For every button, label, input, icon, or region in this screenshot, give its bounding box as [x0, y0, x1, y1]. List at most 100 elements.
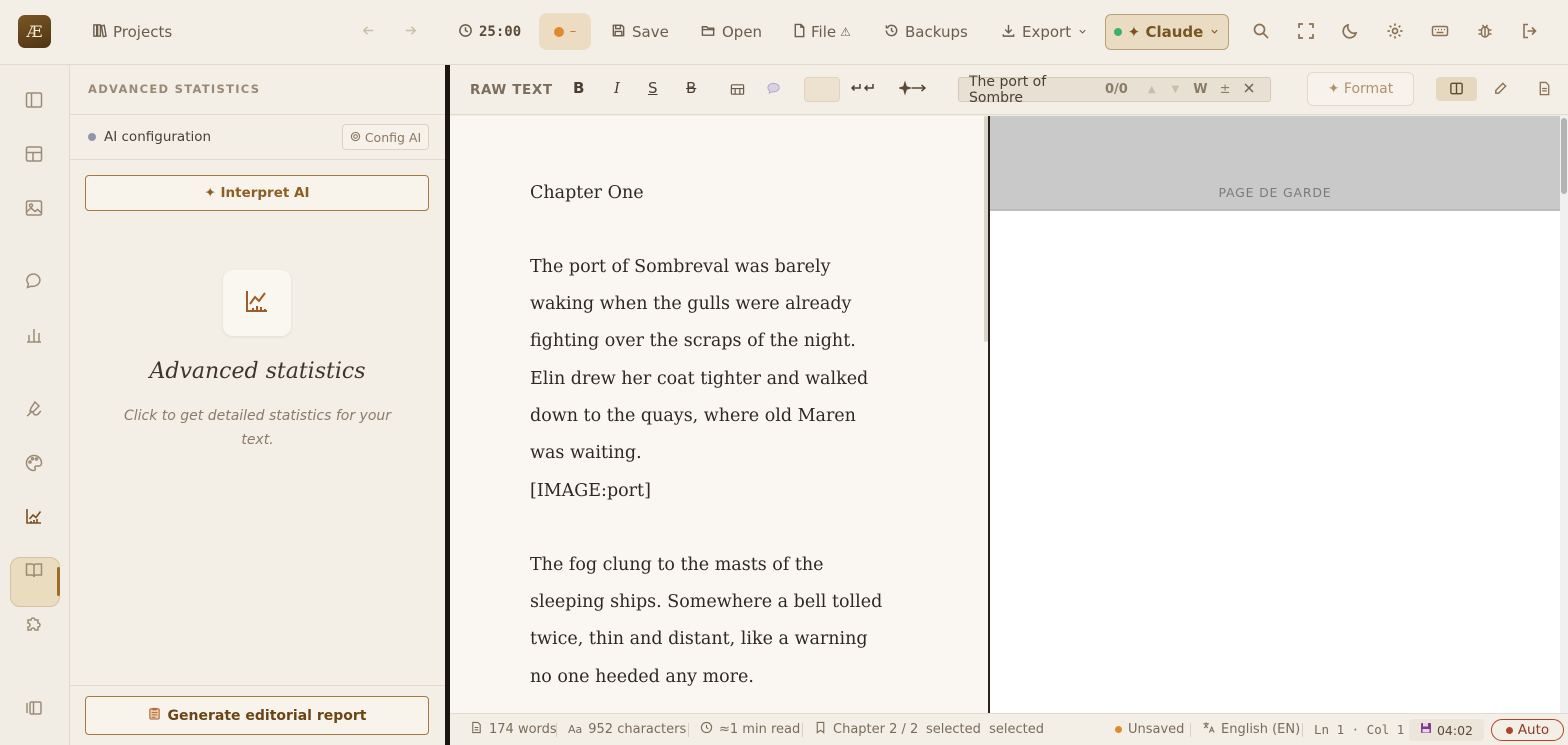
divider — [70, 159, 445, 160]
editor-paragraph[interactable]: Chapter One — [530, 175, 890, 212]
folder-open-icon — [701, 23, 716, 42]
clipboard-icon — [148, 707, 161, 724]
app-logo[interactable]: Æ — [18, 15, 51, 48]
save-icon — [611, 23, 626, 42]
fullscreen-icon[interactable] — [1297, 22, 1317, 42]
whole-word-toggle[interactable]: W — [1193, 82, 1207, 97]
puzzle-icon[interactable] — [24, 614, 46, 636]
find-input[interactable]: The port of Sombre — [969, 74, 1095, 106]
file-label: File — [811, 23, 837, 41]
config-ai-label: Config AI — [364, 129, 422, 145]
history-icon — [884, 23, 899, 42]
preview-view-icon[interactable] — [1537, 81, 1552, 100]
backups-button[interactable]: Backups — [884, 0, 968, 64]
undo-button[interactable] — [361, 0, 376, 64]
interpret-ai-button[interactable]: ✦ Interpret AI — [85, 175, 429, 211]
autosave-toggle[interactable]: Auto — [1491, 719, 1564, 741]
strikethrough-button[interactable]: B — [686, 79, 696, 97]
dialogue-dash-button[interactable] — [804, 77, 840, 102]
generate-report-button[interactable]: Generate editorial report — [85, 696, 429, 735]
editor-toolbar: RAW TEXT B I S B The port of Sombre 0/0 … — [450, 65, 1568, 115]
save-button[interactable]: Save — [611, 0, 669, 64]
ai-model-selector[interactable]: ✦ Claude — [1105, 14, 1229, 50]
clock-icon — [458, 23, 473, 42]
match-case-toggle[interactable]: ± — [1220, 82, 1231, 97]
chat-icon[interactable] — [24, 271, 46, 293]
rail-active-indicator — [57, 567, 60, 596]
palette-icon[interactable] — [24, 453, 46, 475]
save-state: Unsaved — [1115, 714, 1184, 745]
open-button[interactable]: Open — [701, 0, 762, 64]
clock-icon — [700, 721, 713, 738]
ai-config-label: AI configuration — [104, 129, 212, 145]
session-dot-icon — [553, 26, 564, 37]
cursor-position: Ln 1 · Col 1 — [1314, 722, 1405, 737]
books-icon — [92, 23, 107, 42]
moon-icon[interactable] — [1341, 22, 1361, 42]
preview-scrollbar-thumb[interactable] — [1561, 118, 1567, 194]
generate-report-label: Generate editorial report — [167, 707, 367, 724]
editor-paragraph[interactable]: The port of Sombreval was barely waking … — [530, 249, 890, 472]
projects-button[interactable]: Projects — [92, 0, 172, 64]
session-time: 04:02 — [1409, 719, 1484, 741]
search-icon[interactable] — [1252, 22, 1272, 42]
stats-line-icon[interactable] — [24, 506, 46, 528]
find-next-icon[interactable]: ▼ — [1172, 84, 1180, 95]
find-previous-icon[interactable]: ▲ — [1148, 84, 1156, 95]
projects-label: Projects — [113, 23, 173, 41]
file-button[interactable]: File ⚠ — [792, 0, 851, 64]
statistics-card-icon[interactable] — [223, 270, 291, 336]
sidebar-toggle-icon[interactable] — [24, 90, 46, 112]
export-label: Export — [1022, 23, 1072, 41]
status-separator — [802, 723, 803, 737]
book-icon[interactable] — [24, 560, 46, 582]
keyboard-icon[interactable] — [1431, 22, 1451, 42]
left-rail — [0, 65, 70, 745]
language-label: English (EN) — [1221, 722, 1301, 737]
editor-paragraph[interactable]: [IMAGE:port] — [530, 473, 890, 510]
layout-icon[interactable] — [24, 144, 46, 166]
line-break-icon[interactable] — [849, 80, 875, 100]
find-count: 0/0 — [1105, 82, 1128, 97]
format-button[interactable]: ✦ Format — [1307, 72, 1414, 106]
logout-icon[interactable] — [1521, 22, 1541, 42]
comment-icon[interactable] — [766, 81, 781, 100]
table-icon[interactable] — [730, 82, 745, 101]
split-view-icon[interactable] — [1449, 81, 1464, 100]
chevron-down-icon — [1209, 23, 1220, 41]
edit-view-icon[interactable] — [1493, 81, 1508, 100]
autosave-label: Auto — [1517, 722, 1550, 738]
bold-button[interactable]: B — [573, 79, 584, 97]
read-time-label: ≈1 min read — [719, 722, 801, 737]
word-count: 174 words — [470, 714, 557, 745]
status-bar: 174 words Aa 952 characters ≈1 min read … — [450, 713, 1568, 745]
export-button[interactable]: Export — [1001, 0, 1088, 64]
gear-icon — [350, 130, 361, 145]
redo-button[interactable] — [403, 0, 418, 64]
chapter-label: Chapter 2 / 2 — [833, 722, 919, 737]
scene-break-icon[interactable] — [897, 80, 927, 100]
chapter-indicator[interactable]: Chapter 2 / 2 — [814, 714, 918, 745]
session-toggle[interactable]: – — [539, 13, 591, 50]
language-selector[interactable]: English (EN) — [1202, 714, 1300, 745]
preview-scrollbar-track[interactable] — [1560, 116, 1568, 713]
image-icon[interactable] — [24, 198, 46, 220]
divider — [70, 114, 445, 115]
gear-icon[interactable] — [1386, 22, 1406, 42]
collapse-panel-icon[interactable] — [24, 698, 46, 720]
text-editor[interactable]: Chapter One The port of Sombreval was ba… — [450, 116, 988, 713]
config-ai-button[interactable]: Config AI — [342, 124, 429, 150]
italic-button[interactable]: I — [614, 79, 620, 97]
read-time: ≈1 min read — [700, 714, 800, 745]
pen-icon[interactable] — [24, 399, 46, 421]
close-icon[interactable] — [1243, 82, 1255, 98]
underline-button[interactable]: S — [648, 79, 658, 97]
editor-paragraph[interactable]: The fog clung to the masts of the sleepi… — [530, 547, 890, 696]
pomodoro-timer[interactable]: 25:00 — [458, 0, 521, 64]
preview-header: PAGE DE GARDE — [990, 116, 1560, 211]
status-separator — [1302, 723, 1303, 737]
bug-icon[interactable] — [1476, 22, 1496, 42]
status-separator — [556, 723, 557, 737]
selection-info: selected selected — [926, 722, 1045, 737]
bar-chart-icon[interactable] — [24, 325, 46, 347]
